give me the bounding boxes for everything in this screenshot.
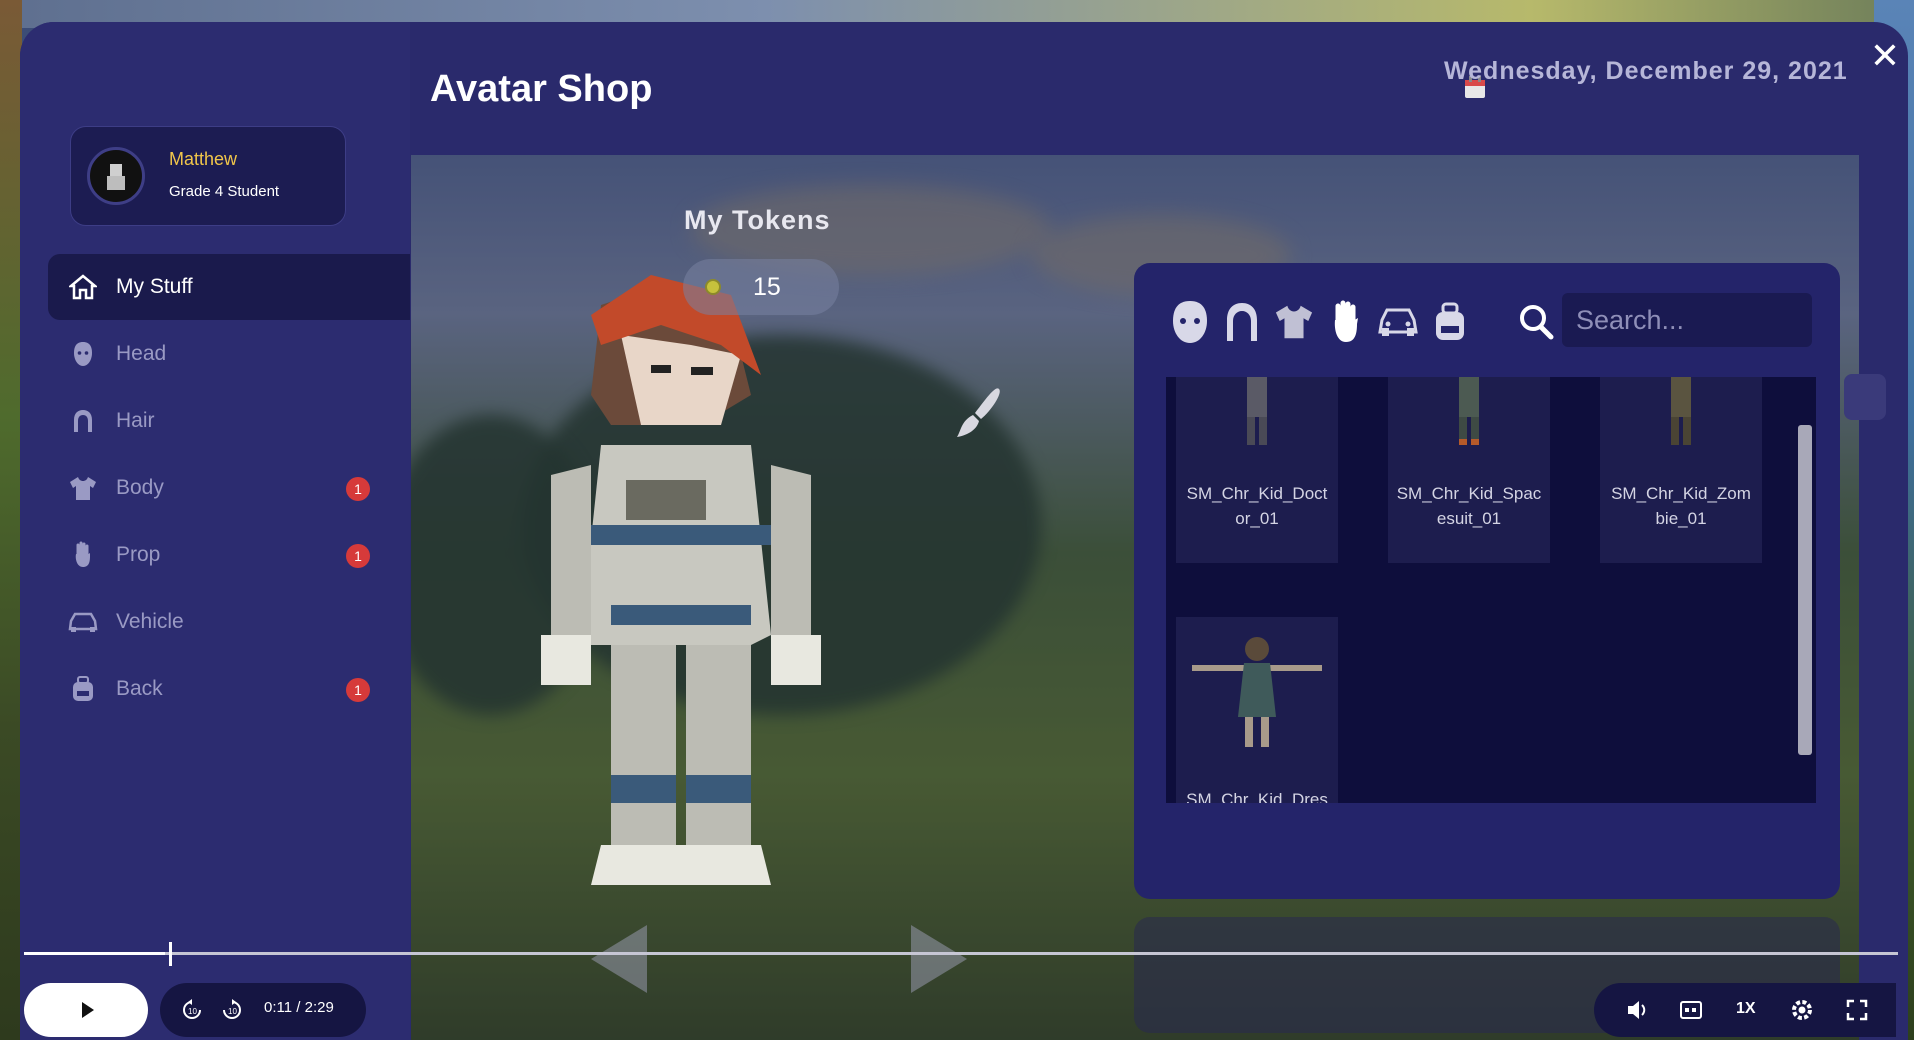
car-icon bbox=[68, 607, 98, 637]
item-thumbnail bbox=[1459, 377, 1479, 445]
backpack-icon[interactable] bbox=[1430, 299, 1470, 345]
home-icon bbox=[68, 272, 98, 302]
video-progress-thumb[interactable] bbox=[168, 942, 172, 966]
shirt-icon[interactable] bbox=[1274, 299, 1314, 345]
current-date: Wednesday, December 29, 2021 bbox=[1444, 57, 1848, 85]
avatar-character bbox=[541, 275, 821, 885]
notification-badge: 1 bbox=[346, 477, 370, 501]
item-label: SM_Chr_Kid_Doct bbox=[1186, 484, 1328, 503]
item-thumbnail bbox=[1192, 637, 1322, 747]
previous-arrow-button[interactable] bbox=[591, 925, 647, 993]
hand-icon bbox=[68, 540, 98, 570]
captions-icon[interactable] bbox=[1680, 1000, 1702, 1020]
sidebar-item-label: Prop bbox=[116, 543, 161, 566]
notification-badge: 1 bbox=[346, 544, 370, 568]
playback-speed[interactable]: 1X bbox=[1736, 1000, 1756, 1018]
video-progress-bar[interactable] bbox=[24, 942, 1898, 966]
svg-text:10: 10 bbox=[188, 1007, 197, 1016]
item-label: esuit_01 bbox=[1436, 509, 1502, 528]
paint-brush-icon[interactable] bbox=[951, 385, 1007, 441]
category-tabs bbox=[1170, 299, 1470, 345]
head-icon[interactable] bbox=[1170, 299, 1210, 345]
shop-item-dress[interactable]: SM_Chr_Kid_Dres bbox=[1176, 617, 1338, 803]
sidebar-item-hair[interactable]: Hair bbox=[48, 388, 410, 454]
item-label: or_01 bbox=[1235, 509, 1279, 528]
profile-role: Grade 4 Student bbox=[169, 183, 280, 200]
close-button[interactable]: ✕ bbox=[1868, 36, 1902, 76]
sidebar: Matthew Grade 4 Student My Stuff Head Ha… bbox=[20, 22, 410, 1040]
sidebar-item-my-stuff[interactable]: My Stuff bbox=[48, 254, 410, 320]
sidebar-item-label: My Stuff bbox=[116, 275, 193, 298]
settings-gear-icon[interactable] bbox=[1790, 998, 1814, 1022]
play-icon bbox=[82, 1002, 94, 1018]
item-thumbnail bbox=[1671, 377, 1691, 445]
tokens-label: My Tokens bbox=[684, 205, 831, 235]
profile-name: Matthew bbox=[169, 149, 238, 169]
head-icon bbox=[68, 339, 98, 369]
sidebar-item-label: Body bbox=[116, 476, 164, 499]
shop-item-spacesuit[interactable]: SM_Chr_Kid_Spac esuit_01 bbox=[1388, 377, 1550, 563]
notification-badge: 1 bbox=[346, 678, 370, 702]
tokens-balance: 15 bbox=[683, 259, 839, 315]
hand-icon[interactable] bbox=[1326, 299, 1366, 345]
playback-controls: 10 10 0:11 / 2:29 bbox=[160, 983, 366, 1037]
background-left-scenery bbox=[0, 0, 22, 1040]
car-icon[interactable] bbox=[1378, 299, 1418, 345]
item-label: SM_Chr_Kid_Dres bbox=[1186, 790, 1328, 803]
svg-text:10: 10 bbox=[228, 1007, 237, 1016]
items-grid: SM_Chr_Kid_Doct or_01 SM_Chr_Kid_Spac es… bbox=[1166, 377, 1816, 803]
sidebar-item-body[interactable]: Body 1 bbox=[48, 455, 410, 521]
fullscreen-icon[interactable] bbox=[1846, 999, 1868, 1021]
shop-item-doctor[interactable]: SM_Chr_Kid_Doct or_01 bbox=[1176, 377, 1338, 563]
avatar-shop-modal: Matthew Grade 4 Student My Stuff Head Ha… bbox=[20, 22, 1908, 1040]
shop-items-panel: SM_Chr_Kid_Doct or_01 SM_Chr_Kid_Spac es… bbox=[1134, 263, 1840, 899]
player-settings-controls: 1X bbox=[1594, 983, 1896, 1037]
sidebar-nav: My Stuff Head Hair Body 1 Prop 1 Vehicle… bbox=[48, 254, 410, 723]
search-input[interactable] bbox=[1562, 293, 1812, 347]
sidebar-item-label: Back bbox=[116, 677, 163, 700]
side-tab-button[interactable] bbox=[1844, 374, 1886, 420]
item-label: bie_01 bbox=[1655, 509, 1707, 528]
item-label: SM_Chr_Kid_Spac bbox=[1396, 484, 1542, 503]
sidebar-item-label: Head bbox=[116, 342, 167, 365]
volume-icon[interactable] bbox=[1626, 999, 1650, 1021]
shop-item-zombie[interactable]: SM_Chr_Kid_Zom bie_01 bbox=[1600, 377, 1762, 563]
current-time: 0:11 / 2:29 bbox=[264, 999, 334, 1016]
tokens-value: 15 bbox=[753, 273, 781, 301]
sidebar-item-vehicle[interactable]: Vehicle bbox=[48, 589, 410, 655]
item-thumbnail bbox=[1247, 377, 1267, 445]
forward-icon[interactable]: 10 bbox=[220, 998, 244, 1022]
sidebar-item-prop[interactable]: Prop 1 bbox=[48, 522, 410, 588]
sidebar-item-back[interactable]: Back 1 bbox=[48, 656, 410, 722]
page-title: Avatar Shop bbox=[430, 68, 653, 110]
profile-card: Matthew Grade 4 Student bbox=[70, 126, 346, 226]
items-scrollbar[interactable] bbox=[1798, 425, 1812, 755]
item-label: SM_Chr_Kid_Zom bbox=[1611, 484, 1751, 503]
play-button[interactable] bbox=[24, 983, 148, 1037]
shirt-icon bbox=[68, 473, 98, 503]
next-arrow-button[interactable] bbox=[911, 925, 967, 993]
hair-icon bbox=[68, 406, 98, 436]
search-icon[interactable] bbox=[1516, 299, 1556, 343]
coin-icon bbox=[705, 279, 721, 295]
sidebar-item-head[interactable]: Head bbox=[48, 321, 410, 387]
sidebar-item-label: Hair bbox=[116, 409, 155, 432]
backpack-icon bbox=[68, 674, 98, 704]
avatar bbox=[87, 147, 145, 205]
hair-icon[interactable] bbox=[1222, 299, 1262, 345]
sidebar-item-label: Vehicle bbox=[116, 610, 184, 633]
rewind-icon[interactable]: 10 bbox=[180, 998, 204, 1022]
video-progress-fill bbox=[24, 952, 165, 955]
